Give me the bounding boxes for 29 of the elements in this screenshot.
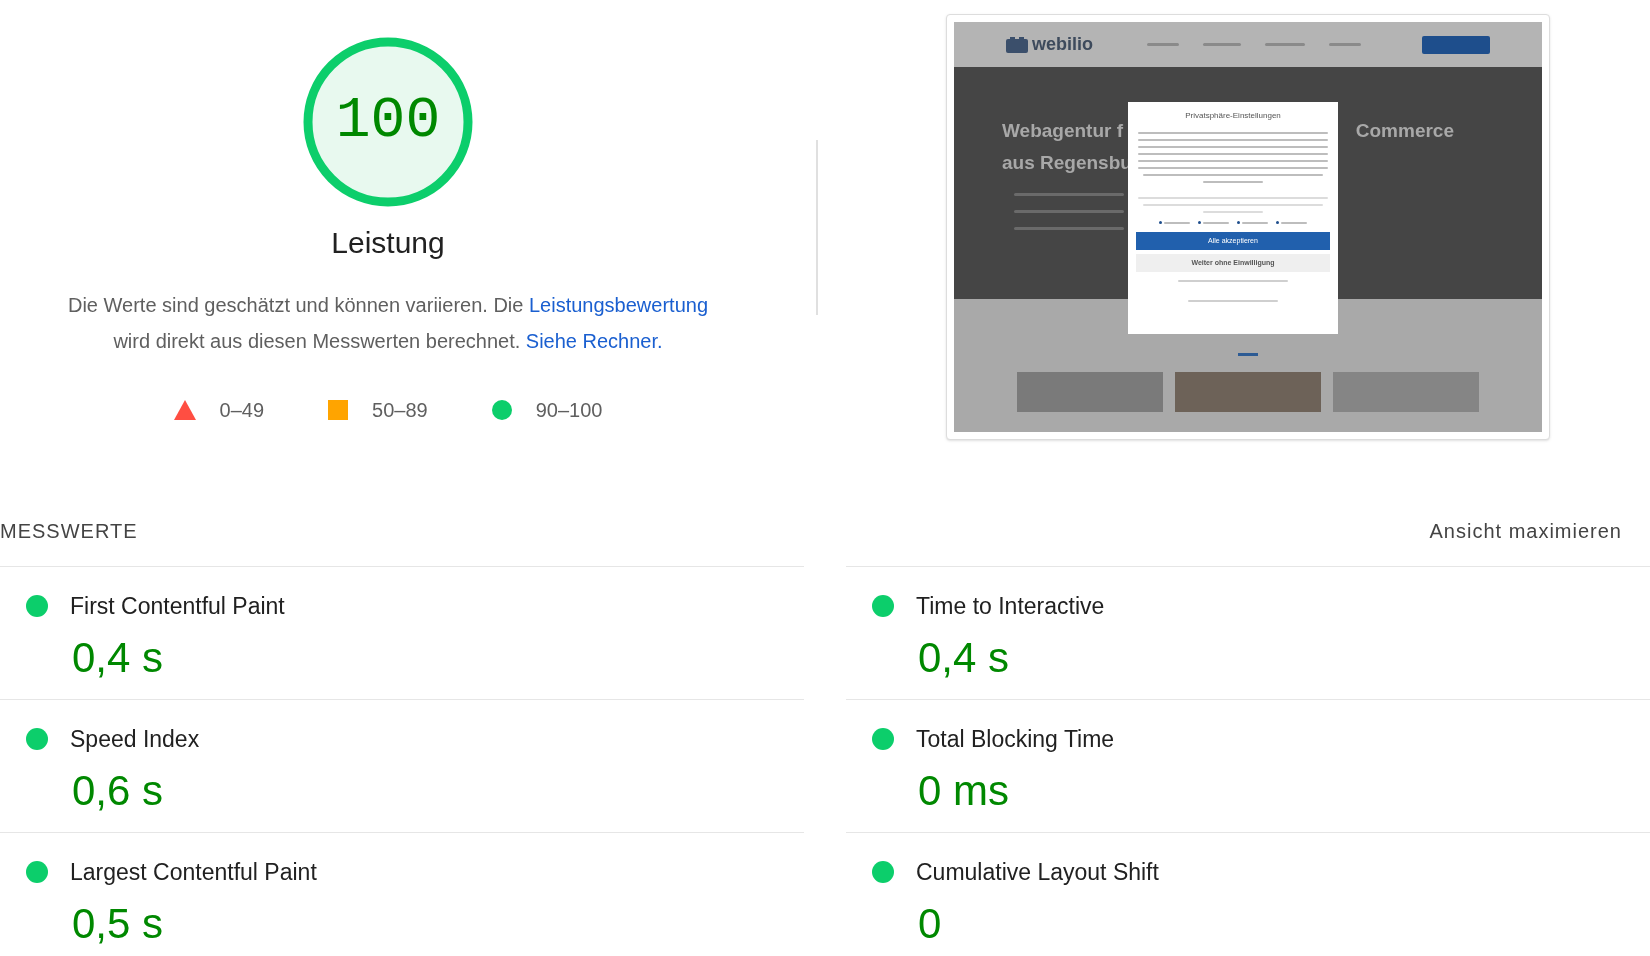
logo-icon [1006, 36, 1028, 53]
metric-value: 0,5 s [72, 898, 165, 949]
metric-value: 0,4 s [918, 632, 1011, 683]
headline-text: Commerce [1355, 119, 1454, 143]
legend-range: 90–100 [535, 398, 603, 423]
metric-label: Time to Interactive [916, 592, 1105, 621]
link[interactable]: Leistungsbewertung [529, 294, 708, 316]
metric-label: Speed Index [70, 725, 200, 754]
score-value: 100 [335, 92, 441, 150]
category-title: Leistung [331, 225, 445, 261]
dialog-title: Privatsphäre-Einstellungen [1185, 110, 1281, 122]
metric-label: First Contentful Paint [70, 592, 285, 621]
accent-line-drawing [1238, 353, 1258, 356]
logo-text: webilio [1032, 33, 1093, 56]
metric-value: 0,4 s [72, 632, 165, 683]
metric-label: Cumulative Layout Shift [916, 858, 1159, 887]
expand-view-button[interactable]: Ansicht maximieren [1429, 516, 1622, 546]
section-title: MESSWERTE [0, 519, 138, 544]
headline-text: Webagentur f [1002, 119, 1125, 143]
metric-value: 0 [918, 898, 943, 949]
metric-label: Total Blocking Time [916, 725, 1115, 754]
metric-label: Largest Contentful Paint [70, 858, 317, 887]
legend-range: 50–89 [372, 398, 428, 423]
link[interactable]: Siehe Rechner. [525, 330, 663, 352]
description-text: Die Werte sind geschätzt und können variieren. Die Leistungsbewertung wird direkt aus diesen Messwerten berechnet. Siehe Rechner. [67, 293, 709, 354]
metric-value: 0,6 s [72, 765, 165, 816]
metric-value: 0 ms [918, 765, 1010, 816]
blurred-button-drawing [1422, 35, 1490, 54]
legend-range: 0–49 [219, 398, 265, 423]
